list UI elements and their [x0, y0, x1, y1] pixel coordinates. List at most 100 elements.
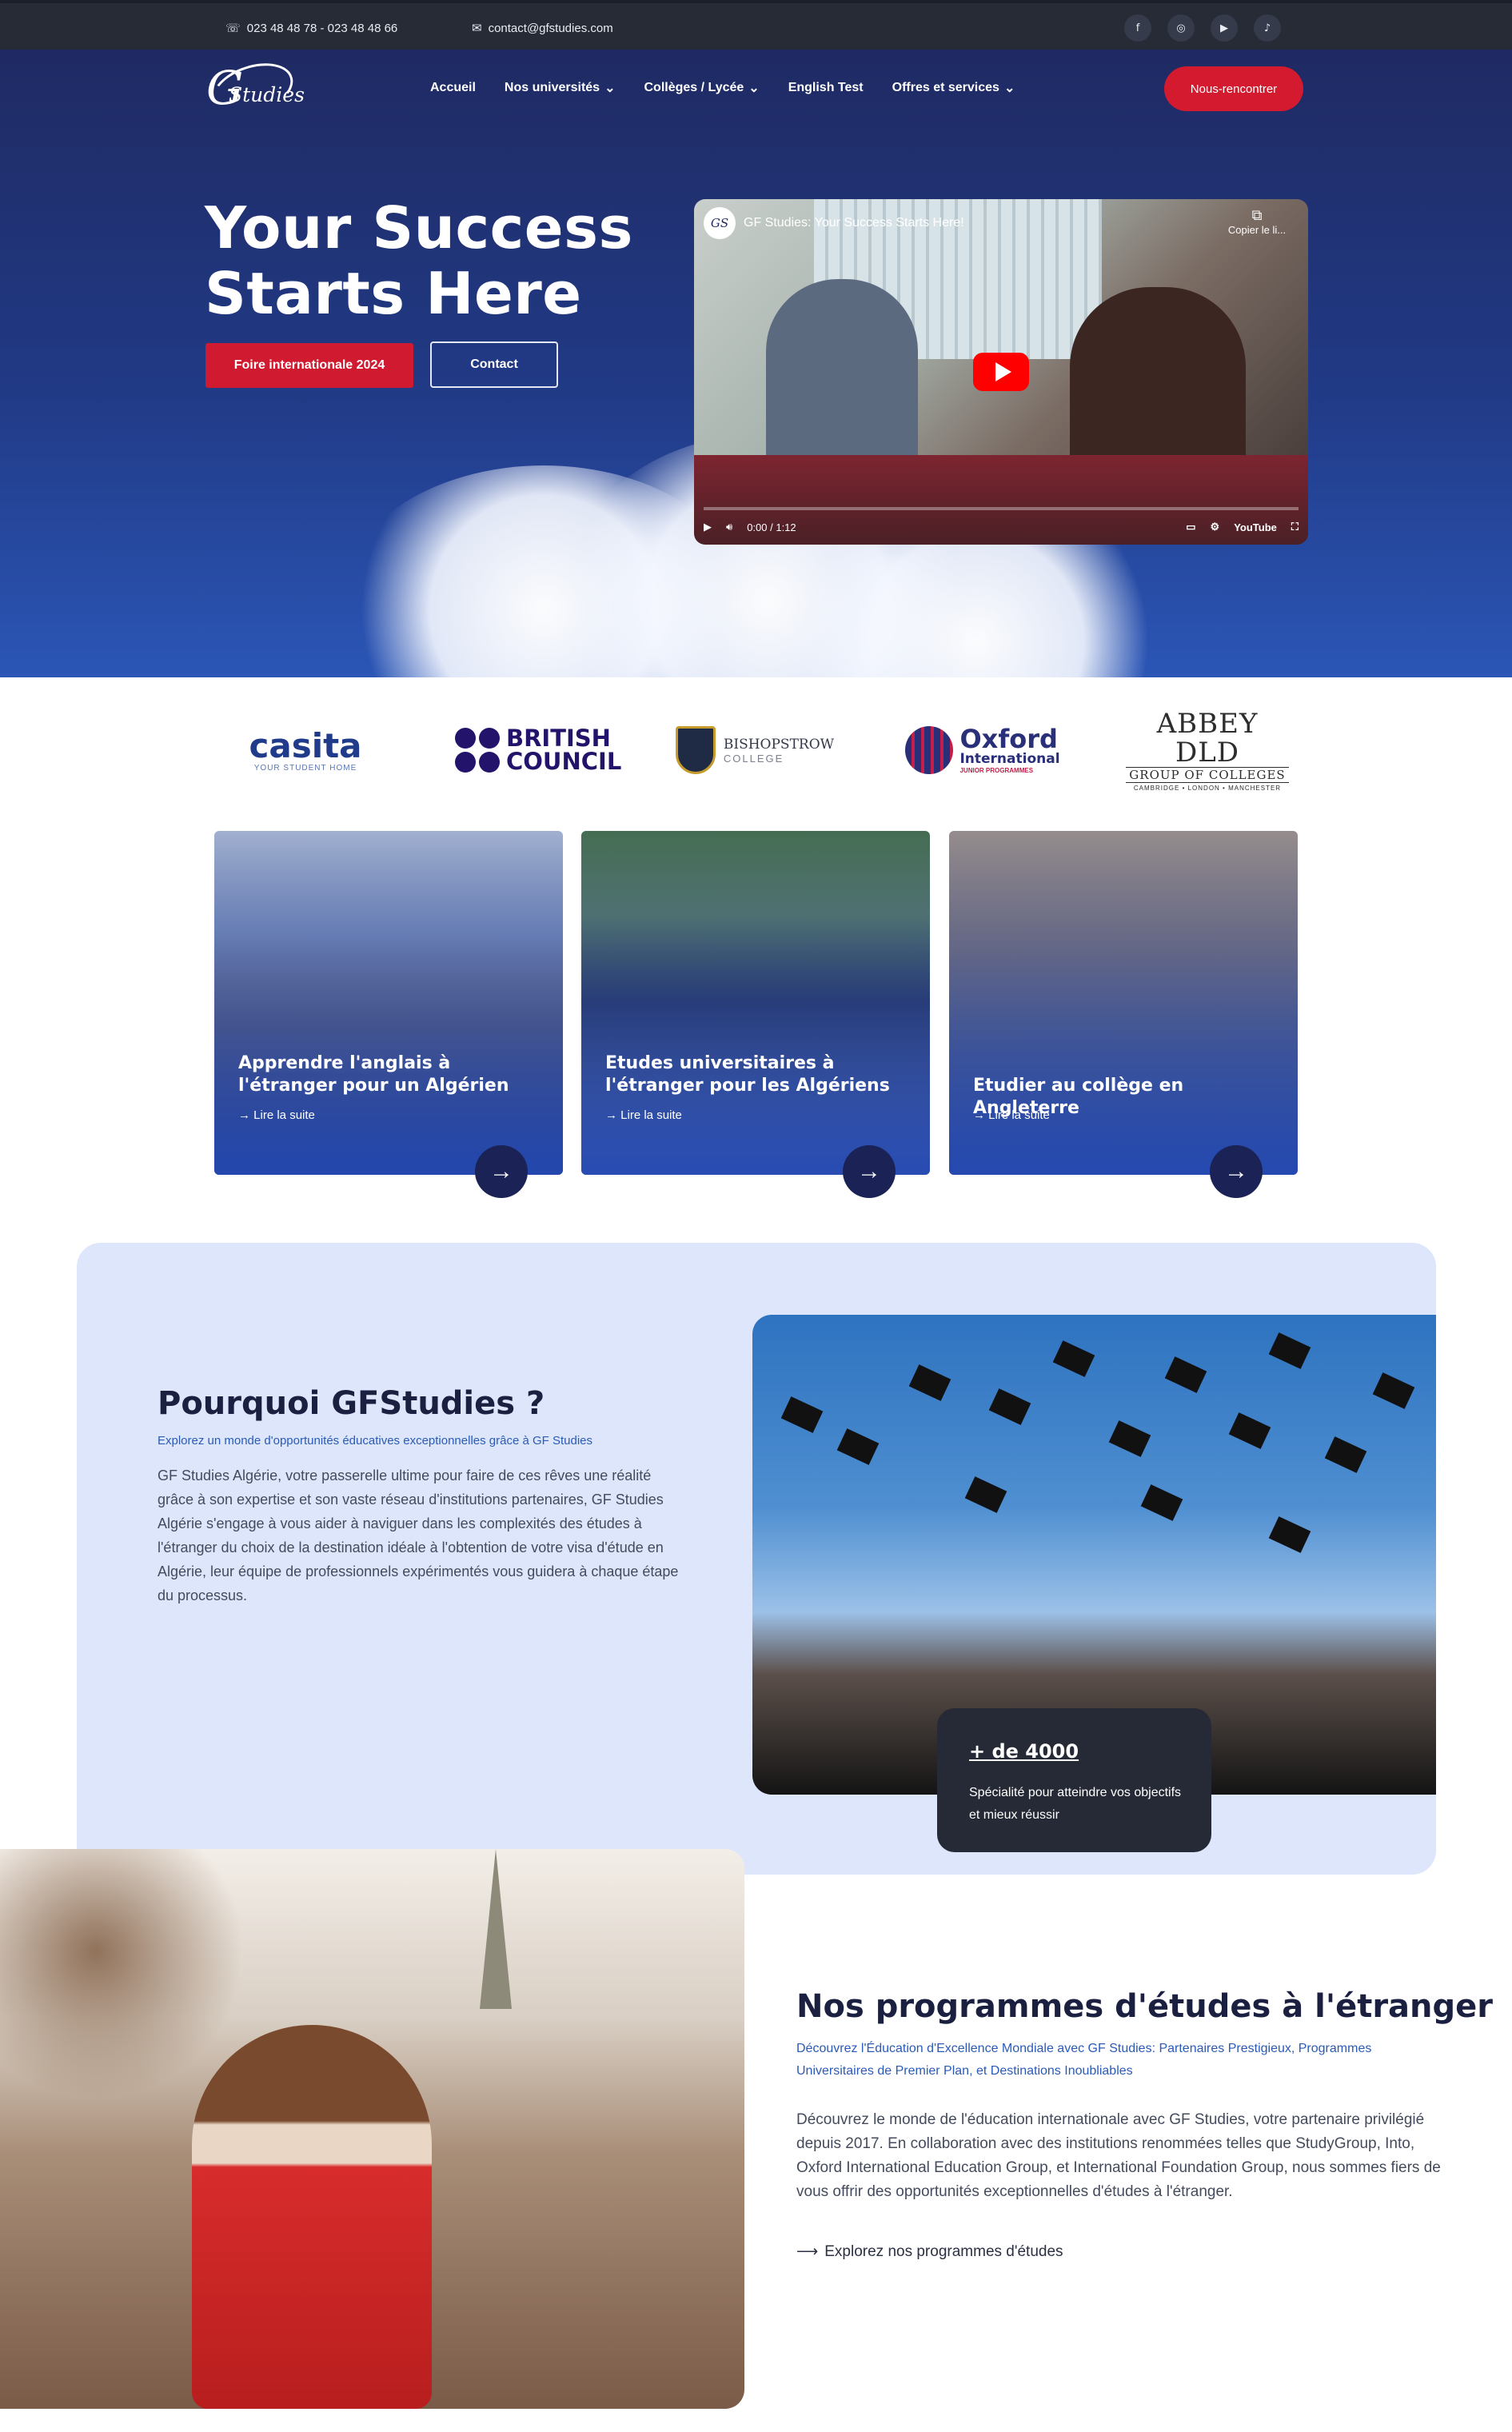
card-university-abroad[interactable]: Etudes universitaires à l'étranger pour …: [581, 831, 930, 1175]
meet-us-button[interactable]: Nous-rencontrer: [1164, 66, 1303, 111]
partner-name: BISHOPSTROW: [723, 736, 835, 753]
cap-shape: [964, 1476, 1007, 1513]
foire-button[interactable]: Foire internationale 2024: [205, 343, 413, 388]
partner-oxford-international[interactable]: Oxford International JUNIOR PROGRAMMES: [905, 718, 1060, 782]
partner-line2: GROUP OF COLLEGES: [1126, 766, 1289, 783]
phone-number: 023 48 48 78 - 023 48 48 66: [246, 21, 398, 35]
card-read-more[interactable]: → Lire la suite: [605, 1108, 682, 1122]
partner-tagline: YOUR STUDENT HOME: [253, 763, 357, 773]
read-more-label: Lire la suite: [620, 1108, 682, 1122]
nav-label: Offres et services: [892, 81, 999, 94]
contact-button[interactable]: Contact: [430, 341, 558, 388]
card-english-abroad[interactable]: Apprendre l'anglais à l'étranger pour un…: [214, 831, 563, 1175]
cap-shape: [1052, 1340, 1095, 1377]
cap-shape: [1268, 1332, 1311, 1369]
card-overlay: [949, 831, 1298, 1175]
british-council-dots-icon: [455, 728, 500, 773]
hero-title-line: Your Success: [205, 194, 633, 262]
nav-label: English Test: [788, 81, 864, 94]
partner-british-council[interactable]: BRITISH COUNCIL: [453, 718, 621, 782]
arrow-right-icon: →: [973, 1108, 985, 1122]
video-title[interactable]: GF Studies: Your Success Starts Here!: [744, 216, 964, 230]
read-more-label: Lire la suite: [988, 1108, 1050, 1122]
nav-item-english-test[interactable]: English Test: [788, 80, 864, 96]
partner-tagline: COLLEGE: [723, 752, 784, 765]
chevron-down-icon: ⌄: [1003, 82, 1015, 95]
youtube-icon[interactable]: ▶: [1211, 14, 1238, 42]
settings-gear-icon[interactable]: ⚙: [1211, 521, 1220, 533]
arrow-right-icon[interactable]: →: [475, 1145, 528, 1198]
facebook-icon[interactable]: f: [1124, 14, 1151, 42]
email-contact[interactable]: ✉ contact@gfstudies.com: [472, 21, 613, 36]
programs-title: Nos programmes d'études à l'étranger: [796, 1988, 1494, 2025]
video-progress-bar[interactable]: [704, 507, 1299, 510]
shield-icon: [675, 726, 716, 774]
why-title: Pourquoi GFStudies ?: [158, 1385, 545, 1422]
mail-icon: ✉: [472, 22, 482, 35]
stat-card: + de 4000 Spécialité pour atteindre vos …: [937, 1708, 1211, 1852]
partner-tagline: CAMBRIDGE • LONDON • MANCHESTER: [1133, 784, 1282, 792]
phone-contact[interactable]: ☏ 023 48 48 78 - 023 48 48 66: [225, 21, 398, 36]
hero-title-line: Starts Here: [205, 260, 582, 327]
programs-subtitle: Découvrez l'Éducation d'Excellence Mondi…: [796, 2042, 1372, 2078]
partner-line2: International: [959, 750, 1060, 767]
partner-name: casita: [249, 725, 362, 765]
cap-shape: [836, 1428, 880, 1465]
nav-label: Accueil: [430, 81, 476, 94]
arrow-right-icon: →: [238, 1108, 250, 1122]
card-read-more[interactable]: → Lire la suite: [973, 1108, 1050, 1122]
card-college-england[interactable]: Etudier au collège en Angleterre → Lire …: [949, 831, 1298, 1175]
play-button[interactable]: [973, 353, 1029, 391]
read-more-label: Lire la suite: [253, 1108, 315, 1122]
channel-avatar[interactable]: GS: [704, 207, 736, 239]
cap-shape: [1228, 1412, 1271, 1449]
play-icon[interactable]: ▶: [704, 521, 712, 533]
why-subtitle: Explorez un monde d'opportunités éducati…: [158, 1434, 593, 1448]
nav-item-universites[interactable]: Nos universités ⌄: [505, 80, 616, 96]
hero-title: Your Success Starts Here: [205, 195, 652, 326]
partner-bishopstrow[interactable]: BISHOPSTROW COLLEGE: [675, 718, 835, 782]
nav-item-accueil[interactable]: Accueil: [430, 80, 476, 96]
stat-number[interactable]: + de 4000: [969, 1740, 1079, 1763]
explore-programs-label: Explorez nos programmes d'études: [824, 2242, 1063, 2260]
phone-icon: ☏: [225, 22, 241, 35]
site-logo[interactable]: G Studies: [205, 54, 305, 126]
email-address: contact@gfstudies.com: [488, 21, 613, 35]
nav-item-colleges[interactable]: Collèges / Lycée ⌄: [644, 80, 759, 96]
partner-logos: casita YOUR STUDENT HOME BRITISH COUNCIL…: [0, 709, 1512, 792]
fullscreen-icon[interactable]: ⛶: [1291, 521, 1299, 533]
student-photo: [0, 1849, 744, 2409]
copy-icon: ⧉: [1251, 207, 1263, 223]
tiktok-icon[interactable]: ♪: [1254, 14, 1281, 42]
cap-shape: [780, 1396, 824, 1433]
arrow-right-icon[interactable]: →: [843, 1145, 896, 1198]
partner-name: Oxford: [959, 723, 1058, 754]
hero-section: G Studies Accueil Nos universités ⌄ Collè…: [0, 50, 1512, 677]
subtitles-icon[interactable]: ▭: [1186, 521, 1195, 533]
video-player[interactable]: GS GF Studies: Your Success Starts Here!…: [694, 199, 1308, 545]
cap-shape: [1140, 1484, 1183, 1521]
card-read-more[interactable]: → Lire la suite: [238, 1108, 315, 1122]
why-text: GF Studies Algérie, votre passerelle ult…: [158, 1468, 679, 1603]
cap-shape: [988, 1388, 1031, 1425]
copy-link-button[interactable]: ⧉ Copier le li...: [1225, 207, 1289, 236]
arrow-right-icon[interactable]: →: [1210, 1145, 1263, 1198]
chevron-down-icon: ⌄: [604, 82, 616, 95]
programs-text: Découvrez le monde de l'éducation intern…: [796, 2111, 1441, 2200]
explore-programs-link[interactable]: ⟶ Explorez nos programmes d'études: [796, 2242, 1063, 2261]
youtube-logo[interactable]: YouTube: [1234, 521, 1277, 533]
volume-icon[interactable]: 🔊︎: [726, 521, 732, 533]
cap-shape: [1108, 1420, 1151, 1457]
spire-shape: [480, 1849, 512, 2009]
nav-label: Nos universités: [504, 81, 600, 94]
card-overlay: [214, 831, 563, 1175]
nav-item-offres[interactable]: Offres et services ⌄: [892, 80, 1015, 96]
cap-shape: [1164, 1356, 1207, 1393]
chevron-down-icon: ⌄: [748, 82, 760, 95]
instagram-icon[interactable]: ◎: [1167, 14, 1195, 42]
person-figure: [192, 2025, 432, 2409]
tree-shape: [0, 1849, 240, 2105]
globe-icon: [905, 726, 954, 774]
partner-casita[interactable]: casita YOUR STUDENT HOME: [249, 718, 361, 782]
partner-abbey-dld[interactable]: ABBEY DLD GROUP OF COLLEGES CAMBRIDGE • …: [1126, 709, 1289, 792]
